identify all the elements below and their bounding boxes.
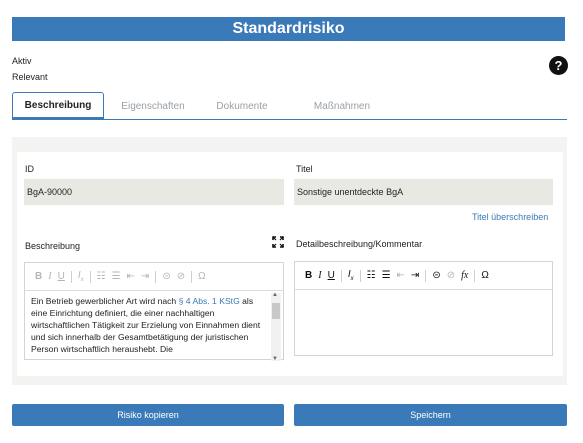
description-editor-content[interactable]: Ein Betrieb gewerblicher Art wird nach §… [25,291,283,359]
detail-editor[interactable]: B I U Ix ☷ ☰ ⇤ ⇥ ⊝ ⊘ fx Ω [294,261,553,356]
id-value: BgA-90000 [27,187,73,197]
status-relevant: Relevant [12,72,48,82]
status-active: Aktiv [12,56,32,66]
clear-format-icon: Ix [77,270,84,283]
detail-editor-toolbar: B I U Ix ☷ ☰ ⇤ ⇥ ⊝ ⊘ fx Ω [295,262,552,290]
title-override-link[interactable]: Titel überschreiben [472,212,548,222]
indent-icon: ⇥ [140,271,150,282]
copy-risk-button[interactable]: Risiko kopieren [12,404,284,426]
underline-icon: U [57,271,65,282]
toolbar-separator [70,270,72,283]
tab-bar: Beschreibung Eigenschaften Dokumente Maß… [12,92,567,120]
toolbar-separator [89,270,91,283]
formula-icon[interactable]: fx [461,270,468,281]
scroll-up-icon[interactable]: ▲ [272,292,278,298]
description-law-link[interactable]: § 4 Abs. 1 KStG [179,296,240,306]
expand-icon-graphic [272,236,284,248]
id-label: ID [25,164,34,174]
description-scrollbar[interactable]: ▲ ▼ [271,292,281,362]
italic-icon: I [48,271,52,282]
toolbar-separator [155,270,157,283]
outdent-icon[interactable]: ⇤ [397,270,405,281]
toolbar-separator [425,269,427,282]
description-label: Beschreibung [25,241,81,251]
link-icon: ⊝ [162,271,171,282]
scroll-thumb[interactable] [272,303,280,319]
help-icon[interactable]: ? [549,56,568,75]
unlink-icon[interactable]: ⊘ [447,270,455,281]
numbered-list-icon: ☷ [96,271,106,282]
description-editor[interactable]: B I U Ix ☷ ☰ ⇤ ⇥ ⊝ ⊘ Ω Ein Betrieb gewer… [24,262,284,362]
special-char-icon: Ω [198,271,206,282]
detail-editor-content[interactable] [295,290,552,298]
clear-format-icon[interactable]: Ix [348,269,354,282]
tab-eigenschaften[interactable]: Eigenschaften [108,92,198,120]
window-title: Standardrisiko [232,20,345,37]
save-button[interactable]: Speichern [294,404,567,426]
expand-icon[interactable] [272,236,284,248]
tab-dokumente[interactable]: Dokumente [198,92,286,120]
bullet-list-icon: ☰ [111,271,121,282]
title-value: Sonstige unentdeckte BgA [297,187,404,197]
description-text-part1: Ein Betrieb gewerblicher Art wird nach [31,296,179,306]
underline-icon[interactable]: U [328,270,335,281]
toolbar-separator [474,269,476,282]
title-field[interactable]: Sonstige unentdeckte BgA [294,179,553,205]
special-char-icon[interactable]: Ω [481,270,488,281]
link-icon[interactable]: ⊝ [432,270,440,281]
window-title-bar: Standardrisiko [12,17,565,41]
detail-label: Detailbeschreibung/Kommentar [296,239,423,249]
bold-icon[interactable]: B [305,270,312,281]
numbered-list-icon[interactable]: ☷ [367,270,376,281]
unlink-icon: ⊘ [176,271,186,282]
id-field[interactable]: BgA-90000 [24,179,284,205]
tab-beschreibung[interactable]: Beschreibung [12,92,104,120]
title-label: Titel [296,164,313,174]
toolbar-separator [359,269,361,282]
bold-icon: B [35,271,43,282]
help-glyph: ? [554,58,563,73]
italic-icon[interactable]: I [318,270,321,281]
indent-icon[interactable]: ⇥ [411,270,419,281]
toolbar-separator [191,270,193,283]
bullet-list-icon[interactable]: ☰ [382,270,391,281]
scroll-down-icon[interactable]: ▼ [272,356,278,362]
toolbar-separator [340,269,342,282]
description-editor-toolbar: B I U Ix ☷ ☰ ⇤ ⇥ ⊝ ⊘ Ω [25,263,283,291]
tab-massnahmen[interactable]: Maßnahmen [292,92,392,120]
outdent-icon: ⇤ [126,271,135,282]
